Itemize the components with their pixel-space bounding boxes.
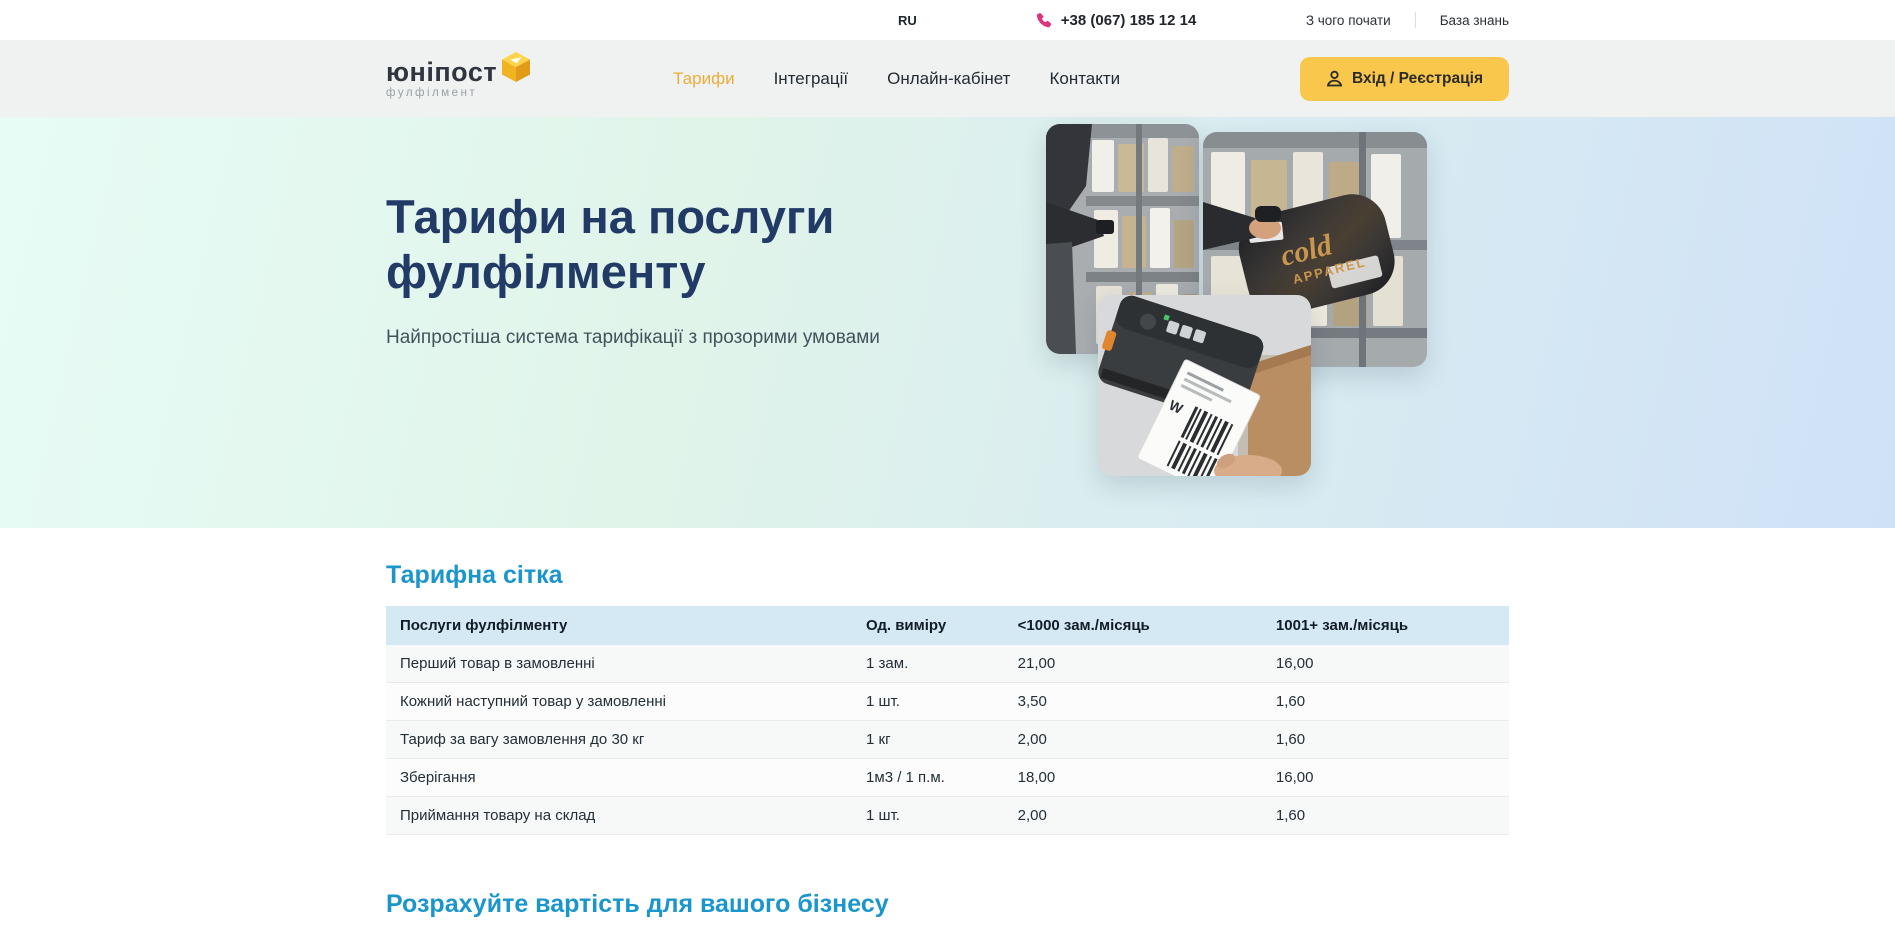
- nav-item-integrations[interactable]: Інтеграції: [774, 69, 849, 89]
- cell-price-low: 21,00: [1004, 645, 1262, 683]
- cell-unit: 1 кг: [852, 721, 1004, 759]
- pricing-heading: Тарифна сітка: [386, 561, 1509, 590]
- calculator-heading: Розрахуйте вартість для вашого бізнесу: [386, 890, 1509, 919]
- hero-section: Тарифи на послуги фулфілменту Найпростіш…: [0, 117, 1895, 528]
- logo[interactable]: юніпост фулфілмент: [386, 59, 531, 99]
- nav-item-tariffs[interactable]: Тарифи: [673, 69, 735, 89]
- pricing-section: Тарифна сітка Послуги фулфілменту Од. ви…: [0, 528, 1895, 835]
- login-register-button[interactable]: Вхід / Реєстрація: [1300, 57, 1509, 101]
- cell-price-high: 1,60: [1262, 797, 1509, 835]
- cell-unit: 1 шт.: [852, 683, 1004, 721]
- main-header: юніпост фулфілмент Тарифи Інтеграції Онл…: [0, 40, 1895, 117]
- cell-price-high: 1,60: [1262, 683, 1509, 721]
- table-row: Кожний наступний товар у замовленні 1 шт…: [386, 683, 1509, 721]
- phone-link[interactable]: +38 (067) 185 12 14: [1035, 12, 1197, 29]
- cell-unit: 1 зам.: [852, 645, 1004, 683]
- cell-service: Тариф за вагу замовлення до 30 кг: [386, 721, 852, 759]
- hero-subtitle: Найпростіша система тарифікації з прозор…: [386, 327, 926, 349]
- cell-price-high: 16,00: [1262, 645, 1509, 683]
- cell-service: Кожний наступний товар у замовленні: [386, 683, 852, 721]
- tariff-table: Послуги фулфілменту Од. виміру <1000 зам…: [386, 606, 1509, 835]
- label-printer-photo: W: [1098, 295, 1311, 476]
- cell-price-low: 18,00: [1004, 759, 1262, 797]
- table-row: Тариф за вагу замовлення до 30 кг 1 кг 2…: [386, 721, 1509, 759]
- cell-service: Приймання товару на склад: [386, 797, 852, 835]
- phone-icon: [1035, 12, 1052, 29]
- table-row: Приймання товару на склад 1 шт. 2,00 1,6…: [386, 797, 1509, 835]
- cell-price-low: 3,50: [1004, 683, 1262, 721]
- table-row: Зберігання 1м3 / 1 п.м. 18,00 16,00: [386, 759, 1509, 797]
- cell-unit: 1 шт.: [852, 797, 1004, 835]
- calculator-section: Розрахуйте вартість для вашого бізнесу: [0, 890, 1895, 919]
- logo-wordmark: юніпост: [386, 59, 497, 86]
- link-knowledge-base[interactable]: База знань: [1440, 13, 1509, 28]
- cell-price-high: 16,00: [1262, 759, 1509, 797]
- cube-logo-icon: [501, 51, 531, 88]
- page-title: Тарифи на послуги фулфілменту: [386, 189, 926, 300]
- cell-price-low: 2,00: [1004, 721, 1262, 759]
- link-getting-started[interactable]: З чого почати: [1306, 13, 1391, 28]
- hero-photo-collage: cold APPAREL: [1036, 117, 1509, 528]
- tariff-table-header-row: Послуги фулфілменту Од. виміру <1000 зам…: [386, 606, 1509, 645]
- primary-nav: Тарифи Інтеграції Онлайн-кабінет Контакт…: [673, 69, 1120, 89]
- table-row: Перший товар в замовленні 1 зам. 21,00 1…: [386, 645, 1509, 683]
- language-switcher[interactable]: RU: [898, 13, 917, 28]
- topbar-divider: [1415, 12, 1416, 28]
- nav-item-online-cabinet[interactable]: Онлайн-кабінет: [887, 69, 1010, 89]
- cell-price-high: 1,60: [1262, 721, 1509, 759]
- col-header-over-1001: 1001+ зам./місяць: [1262, 606, 1509, 645]
- user-icon: [1326, 70, 1343, 87]
- col-header-unit: Од. виміру: [852, 606, 1004, 645]
- phone-number: +38 (067) 185 12 14: [1061, 12, 1197, 29]
- nav-item-contacts[interactable]: Контакти: [1049, 69, 1120, 89]
- col-header-under-1000: <1000 зам./місяць: [1004, 606, 1262, 645]
- top-utility-bar: RU +38 (067) 185 12 14 З чого почати Баз…: [0, 0, 1895, 40]
- col-header-service: Послуги фулфілменту: [386, 606, 852, 645]
- cell-service: Перший товар в замовленні: [386, 645, 852, 683]
- cell-unit: 1м3 / 1 п.м.: [852, 759, 1004, 797]
- cell-service: Зберігання: [386, 759, 852, 797]
- cell-price-low: 2,00: [1004, 797, 1262, 835]
- logo-tagline: фулфілмент: [386, 87, 497, 99]
- login-register-label: Вхід / Реєстрація: [1352, 70, 1483, 88]
